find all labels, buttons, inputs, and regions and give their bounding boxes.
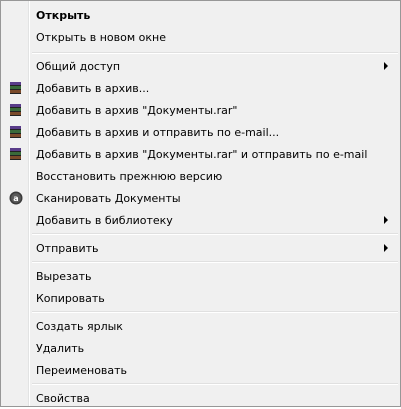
menu-item-label: Открыть: [36, 9, 91, 22]
antivirus-icon: a: [9, 191, 23, 205]
menu-item-label: Открыть в новом окне: [36, 31, 167, 44]
menu-item-label: Добавить в архив и отправить по e-mail..…: [36, 126, 280, 139]
menu-item-label: Копировать: [36, 292, 105, 305]
menu-item-restore-previous-version[interactable]: Восстановить прежнюю версию: [3, 165, 398, 187]
menu-separator: [32, 383, 398, 385]
menu-separator: [32, 233, 398, 235]
menu-item-open-new-window[interactable]: Открыть в новом окне: [3, 26, 398, 48]
menu-item-open[interactable]: Открыть: [3, 4, 398, 26]
submenu-arrow-icon: [384, 216, 388, 224]
menu-item-label: Сканировать Документы: [36, 192, 181, 205]
menu-item-label: Свойства: [36, 392, 90, 405]
winrar-icon: [10, 82, 21, 94]
menu-item-label: Добавить в архив "Документы.rar" и отпра…: [36, 148, 368, 161]
menu-item-add-to-archive-email[interactable]: Добавить в архив и отправить по e-mail..…: [3, 121, 398, 143]
menu-item-add-to-archive[interactable]: Добавить в архив...: [3, 77, 398, 99]
menu-item-send-to[interactable]: Отправить: [3, 237, 398, 259]
menu-item-label: Восстановить прежнюю версию: [36, 170, 223, 183]
menu-item-label: Отправить: [36, 242, 99, 255]
menu-item-copy[interactable]: Копировать: [3, 287, 398, 309]
menu-item-label: Удалить: [36, 342, 85, 355]
menu-item-delete[interactable]: Удалить: [3, 337, 398, 359]
menu-item-add-to-named-archive-email[interactable]: Добавить в архив "Документы.rar" и отпра…: [3, 143, 398, 165]
menu-item-cut[interactable]: Вырезать: [3, 265, 398, 287]
menu-item-add-to-library[interactable]: Добавить в библиотеку: [3, 209, 398, 231]
submenu-arrow-icon: [384, 244, 388, 252]
menu-item-label: Добавить в архив "Документы.rar": [36, 104, 238, 117]
menu-item-label: Добавить в библиотеку: [36, 214, 173, 227]
svg-text:a: a: [13, 194, 18, 203]
menu-item-label: Добавить в архив...: [36, 82, 150, 95]
menu-item-label: Создать ярлык: [36, 320, 123, 333]
menu-item-label: Переименовать: [36, 364, 128, 377]
menu-separator: [32, 261, 398, 263]
menu-item-share[interactable]: Общий доступ: [3, 55, 398, 77]
winrar-icon: [10, 126, 21, 138]
winrar-icon: [10, 148, 21, 160]
menu-item-label: Общий доступ: [36, 60, 121, 73]
menu-item-label: Вырезать: [36, 270, 92, 283]
menu-item-rename[interactable]: Переименовать: [3, 359, 398, 381]
menu-separator: [32, 52, 398, 54]
menu-item-create-shortcut[interactable]: Создать ярлык: [3, 315, 398, 337]
menu-separator: [32, 311, 398, 313]
context-menu: Открыть Открыть в новом окне Общий досту…: [0, 0, 401, 407]
menu-item-scan[interactable]: a Сканировать Документы: [3, 187, 398, 209]
menu-item-properties[interactable]: Свойства: [3, 387, 398, 409]
menu-item-add-to-named-archive[interactable]: Добавить в архив "Документы.rar": [3, 99, 398, 121]
winrar-icon: [10, 104, 21, 116]
submenu-arrow-icon: [384, 62, 388, 70]
